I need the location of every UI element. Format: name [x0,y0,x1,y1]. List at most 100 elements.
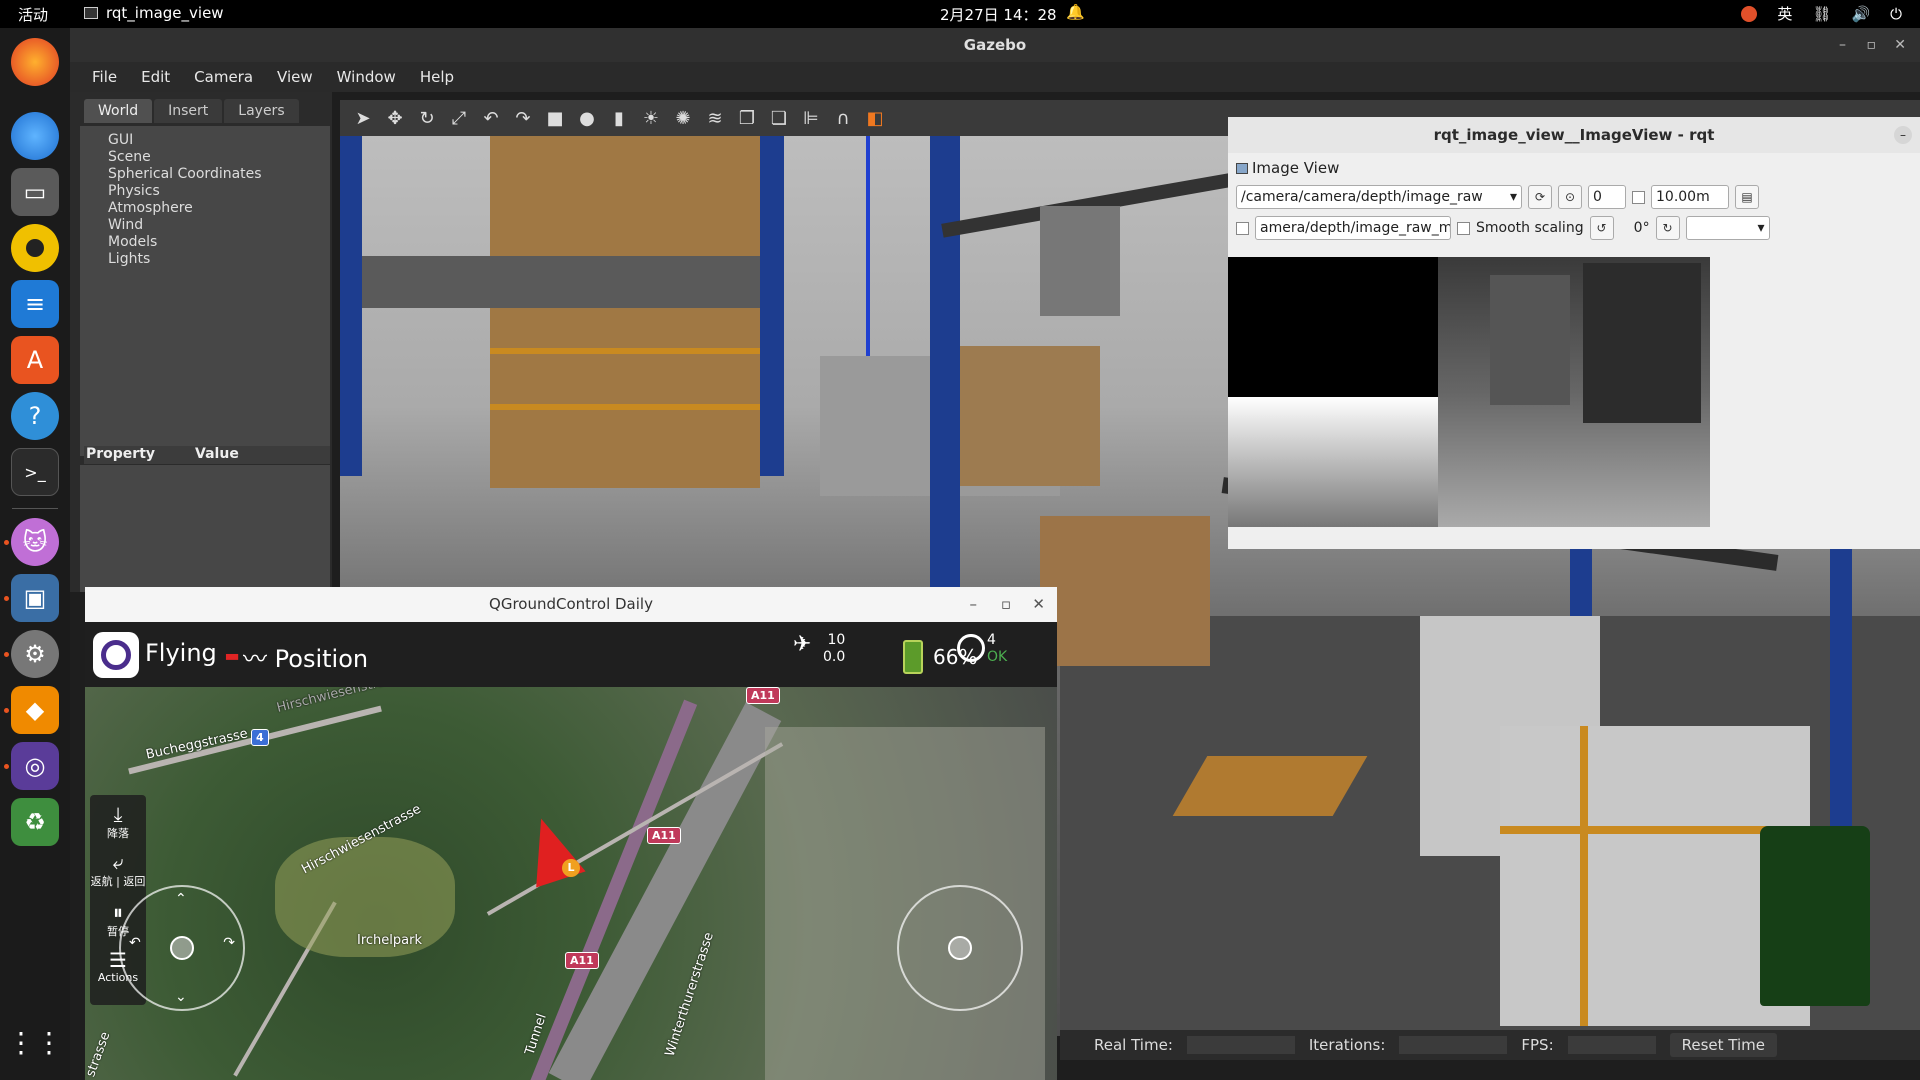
notification-bell-icon[interactable]: 🔔 [1066,3,1085,21]
firefox-icon[interactable] [11,38,59,86]
system-tray[interactable]: 英 ⛓ 🔊 ⏻ [1741,3,1902,24]
power-icon[interactable]: ⏻ [1890,5,1902,23]
cylinder-shape-icon[interactable]: ▮ [608,107,630,129]
clock[interactable]: 2月27日 14：28 [940,4,1057,25]
qgroundcontrol-icon[interactable]: ◎ [11,742,59,790]
joystick-knob[interactable] [948,936,972,960]
trash-icon[interactable]: ♻ [11,798,59,846]
color-scheme-dropdown[interactable]: ▾ [1685,216,1770,240]
menu-file[interactable]: File [82,68,127,86]
tab-layers[interactable]: Layers [224,99,299,123]
image-viewer-icon[interactable]: ▣ [11,574,59,622]
redo-icon[interactable]: ↷ [512,107,534,129]
qgc-toolbar: Flying ▬ 〰 Position ✈ 10 0.0 66% 4 OK [85,622,1057,687]
message-indicator-icon[interactable]: ▬ [224,646,239,665]
thunderbird-icon[interactable] [11,112,59,160]
writer-icon[interactable]: ≡ [11,280,59,328]
view-angle-icon[interactable]: ◧ [864,107,886,129]
qgc-logo-button[interactable] [93,632,139,678]
app-center-icon[interactable]: A [11,336,59,384]
joystick-knob[interactable] [170,936,194,960]
input-method-indicator[interactable]: 英 [1777,3,1792,24]
tree-item-atmosphere[interactable]: Atmosphere [108,200,330,217]
smooth-scaling-checkbox[interactable] [1457,221,1470,235]
publish-topic-field[interactable]: amera/depth/image_raw_mo [1255,216,1451,240]
dynamic-range-checkbox[interactable] [1632,190,1645,204]
focused-app-indicator[interactable]: rqt_image_view [84,4,224,22]
rqt-title-bar[interactable]: rqt_image_view__ImageView - rqt – [1228,117,1920,153]
rotate-tool-icon[interactable]: ↻ [416,107,438,129]
tree-item-lights[interactable]: Lights [108,251,330,268]
copy-icon[interactable]: ❐ [736,107,758,129]
minimize-button[interactable]: – [1839,28,1846,62]
close-button[interactable]: ✕ [1894,28,1906,62]
flight-state[interactable]: Flying ▬ [145,639,240,667]
show-apps-icon[interactable]: ⋮⋮ [7,1018,63,1066]
tree-item-physics[interactable]: Physics [108,183,330,200]
save-image-button[interactable]: ▤ [1735,185,1759,209]
tree-item-spherical-coordinates[interactable]: Spherical Coordinates [108,166,330,183]
tab-world[interactable]: World [84,99,153,123]
max-depth-spinbox[interactable]: 10.00m [1651,185,1729,209]
update-indicator-icon[interactable] [1741,5,1758,22]
tree-item-models[interactable]: Models [108,234,330,251]
gazebo-title-bar[interactable]: Gazebo – ▫ ✕ [70,28,1920,62]
spot-light-icon[interactable]: ✺ [672,107,694,129]
paste-icon[interactable]: ❏ [768,107,790,129]
flight-mode-selector[interactable]: 〰 Position [243,639,368,674]
menu-camera[interactable]: Camera [184,68,263,86]
left-virtual-joystick[interactable]: ⌃ ⌄ ↶ ↷ [119,885,245,1011]
close-button[interactable]: ✕ [1032,587,1045,622]
menu-window[interactable]: Window [327,68,406,86]
undo-icon[interactable]: ↶ [480,107,502,129]
files-icon[interactable]: ▭ [11,168,59,216]
publish-click-checkbox[interactable] [1236,221,1249,235]
tree-item-scene[interactable]: Scene [108,149,330,166]
gazebo-icon[interactable]: ◆ [11,686,59,734]
min-depth-spinbox[interactable]: 0 [1588,185,1626,209]
zoom-fit-button[interactable]: ⊙ [1558,185,1582,209]
minimize-button[interactable]: – [970,587,978,622]
return-button[interactable]: ⤶ 返航 | 返回 [90,851,146,889]
box-shape-icon[interactable]: ■ [544,107,566,129]
tab-insert[interactable]: Insert [154,99,223,123]
tree-item-wind[interactable]: Wind [108,217,330,234]
rack-upright [340,136,362,476]
terminal-icon[interactable]: >_ [11,448,59,496]
rhythmbox-icon[interactable] [11,224,59,272]
topic-dropdown[interactable]: /camera/camera/depth/image_raw ▾ [1236,185,1522,209]
menu-edit[interactable]: Edit [131,68,180,86]
sphere-shape-icon[interactable]: ● [576,107,598,129]
rqt-close-button[interactable]: – [1894,126,1912,144]
activities-button[interactable]: 活动 [18,4,48,25]
rotate-right-button[interactable]: ↻ [1655,216,1680,240]
network-icon[interactable]: ⛓ [1812,5,1831,23]
qgc-title-bar[interactable]: QGroundControl Daily – ▫ ✕ [85,587,1057,622]
menu-view[interactable]: View [267,68,323,86]
tree-item-gui[interactable]: GUI [108,132,330,149]
select-tool-icon[interactable]: ➤ [352,107,374,129]
rotate-left-button[interactable]: ↺ [1589,216,1614,240]
satellite-map[interactable]: Bucheggstrasse Hirschwiesenstrasse Hirsc… [85,687,1057,1080]
property-table[interactable] [80,465,330,592]
menu-help[interactable]: Help [410,68,464,86]
right-virtual-joystick[interactable] [897,885,1023,1011]
compass-indicator[interactable]: 4 OK [957,632,1007,666]
depth-image-display[interactable] [1228,257,1710,527]
translate-tool-icon[interactable]: ✥ [384,107,406,129]
directional-light-icon[interactable]: ≋ [704,107,726,129]
gps-indicator[interactable]: ✈ 10 0.0 [793,632,845,666]
snap-icon[interactable]: ∩ [832,107,854,129]
volume-icon[interactable]: 🔊 [1851,5,1870,23]
cat-app-icon[interactable]: 🐱 [11,518,59,566]
help-icon[interactable]: ? [11,392,59,440]
reset-time-button[interactable]: Reset Time [1669,1033,1778,1057]
land-button[interactable]: ⤓ 降落 [90,803,146,841]
settings-icon[interactable]: ⚙ [11,630,59,678]
maximize-button[interactable]: ▫ [1001,587,1011,622]
refresh-topics-button[interactable]: ⟳ [1528,185,1552,209]
align-icon[interactable]: ⊫ [800,107,822,129]
scale-tool-icon[interactable]: ⤢ [448,107,470,129]
maximize-button[interactable]: ▫ [1867,28,1877,62]
point-light-icon[interactable]: ☀ [640,107,662,129]
